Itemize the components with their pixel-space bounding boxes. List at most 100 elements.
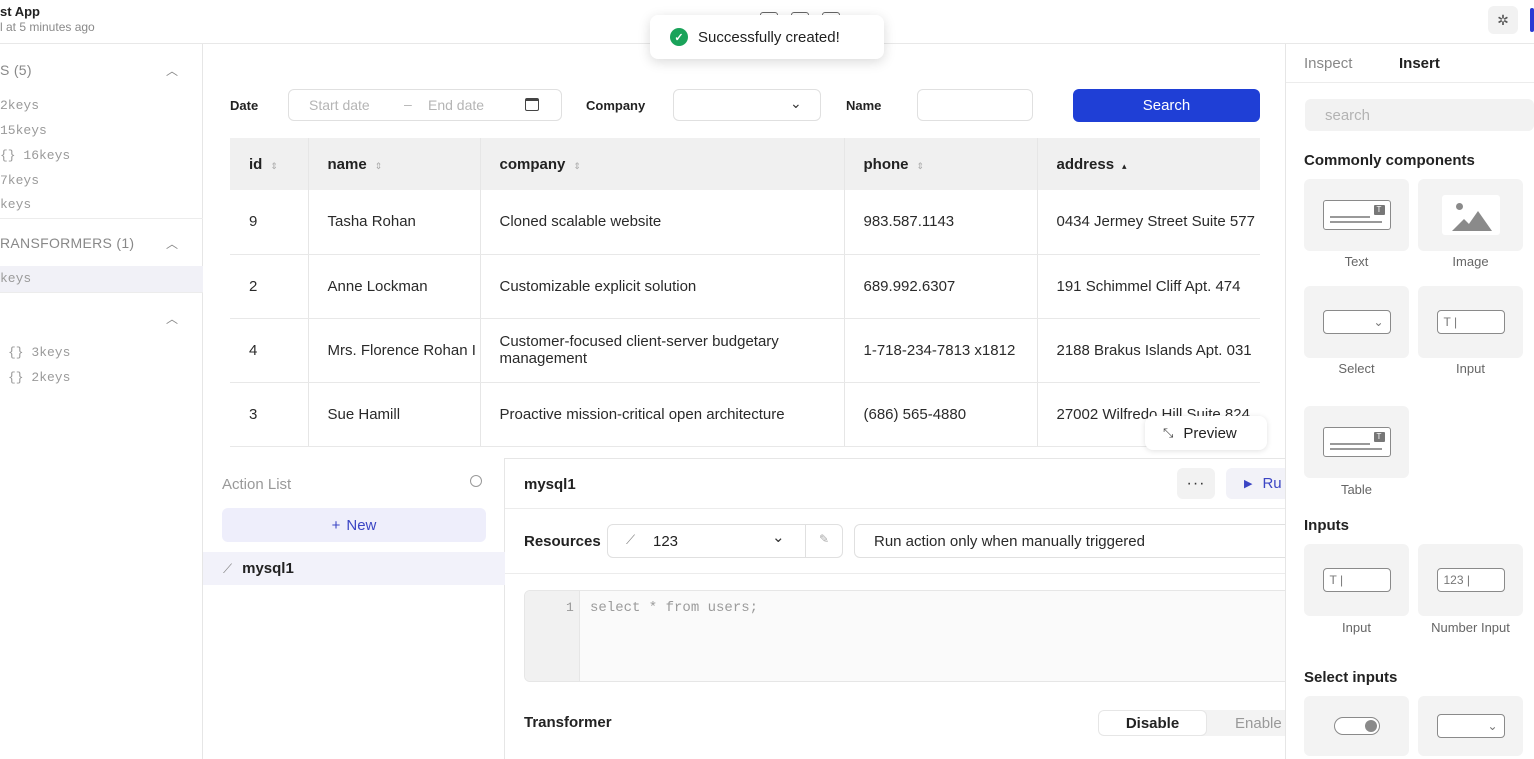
- sort-icon[interactable]: ⇕: [270, 161, 278, 171]
- sidebar-item[interactable]: keys: [0, 197, 31, 212]
- component-search-input[interactable]: search: [1305, 99, 1534, 131]
- disable-option[interactable]: Disable: [1098, 710, 1207, 736]
- sidebar-section-title[interactable]: RANSFORMERS (1): [0, 235, 134, 251]
- column-header-address[interactable]: address ▴: [1037, 138, 1260, 190]
- cell-name: Anne Lockman: [308, 254, 481, 319]
- sidebar-item[interactable]: keys: [0, 271, 31, 286]
- expand-icon: ⤡: [1163, 425, 1174, 440]
- component-switch[interactable]: [1304, 696, 1409, 756]
- debug-icon[interactable]: ✲: [1488, 6, 1518, 34]
- play-icon: ▶: [1244, 478, 1253, 490]
- trigger-mode-select[interactable]: Run action only when manually triggered: [854, 524, 1294, 558]
- search-button[interactable]: Search: [1073, 89, 1260, 122]
- table-row[interactable]: 9 Tasha Rohan Cloned scalable website 98…: [230, 190, 1260, 255]
- table-row[interactable]: 2 Anne Lockman Customizable explicit sol…: [230, 254, 1260, 319]
- action-list-title: Action List: [222, 476, 292, 493]
- sidebar-divider: [0, 292, 203, 293]
- cell-phone: (686) 565-4880: [844, 382, 1038, 447]
- sort-icon[interactable]: ⇕: [917, 161, 925, 171]
- chevron-up-icon[interactable]: ︿: [166, 62, 178, 79]
- column-header-id[interactable]: id ⇕: [230, 138, 309, 190]
- sort-icon[interactable]: ⇕: [375, 161, 383, 171]
- select-component-icon: ⌄: [1322, 310, 1391, 334]
- section-heading: Inputs: [1304, 517, 1349, 534]
- name-input[interactable]: [917, 89, 1033, 121]
- table-row[interactable]: 4 Mrs. Florence Rohan I Customer-focused…: [230, 318, 1260, 383]
- table-row[interactable]: 3 Sue Hamill Proactive mission-critical …: [230, 382, 1260, 447]
- tab-insert[interactable]: Insert: [1399, 55, 1440, 72]
- section-heading: Select inputs: [1304, 669, 1398, 686]
- company-select[interactable]: ⌄: [673, 89, 821, 121]
- divider: [805, 525, 806, 557]
- calendar-icon[interactable]: [525, 98, 539, 111]
- start-date-placeholder[interactable]: Start date: [309, 97, 370, 113]
- sidebar-item[interactable]: {} 2keys: [8, 370, 70, 385]
- column-header-name[interactable]: name ⇕: [308, 138, 481, 190]
- toast-message: Successfully created!: [698, 28, 840, 46]
- sidebar-item[interactable]: {} 3keys: [8, 345, 70, 360]
- component-text[interactable]: T: [1304, 179, 1409, 251]
- search-icon[interactable]: [470, 475, 482, 487]
- cell-phone: 983.587.1143: [844, 190, 1038, 255]
- sql-code-editor[interactable]: 1 select * from users;: [524, 590, 1294, 682]
- column-header-phone[interactable]: phone ⇕: [844, 138, 1038, 190]
- sidebar-item[interactable]: {} 16keys: [0, 148, 70, 163]
- input-component-icon: T |: [1322, 568, 1391, 592]
- preview-button[interactable]: ⤡ Preview: [1145, 416, 1267, 450]
- component-input[interactable]: T |: [1304, 544, 1409, 616]
- divider: [505, 573, 1285, 574]
- switch-icon: [1333, 717, 1380, 735]
- cell-address: 0434 Jermey Street Suite 577: [1037, 190, 1260, 255]
- plus-icon: +: [331, 516, 341, 534]
- sidebar-section-title[interactable]: S (5): [0, 62, 32, 78]
- image-icon: [1441, 195, 1500, 235]
- cell-company: Cloned scalable website: [480, 190, 845, 255]
- component-label: Number Input: [1431, 620, 1510, 635]
- mysql-icon: ⟋: [626, 532, 636, 547]
- cell-address: 2188 Brakus Islands Apt. 031: [1037, 318, 1260, 383]
- component-label: Image: [1452, 254, 1489, 269]
- new-action-label: New: [346, 516, 377, 534]
- tab-inspect[interactable]: Inspect: [1304, 55, 1352, 72]
- component-input[interactable]: T |: [1418, 286, 1523, 358]
- date-range-picker[interactable]: Start date – End date: [288, 89, 562, 121]
- chevron-down-icon: ⌄: [772, 529, 785, 546]
- cell-company: Customer-focused client-server budgetary…: [480, 318, 845, 383]
- action-item-label: mysql1: [242, 560, 294, 577]
- sidebar-divider: [0, 218, 203, 219]
- column-header-company[interactable]: company ⇕: [480, 138, 845, 190]
- dropdown-icon: ⌄: [1436, 714, 1505, 738]
- component-number-input[interactable]: 123 |: [1418, 544, 1523, 616]
- edit-icon[interactable]: ✎: [819, 532, 829, 546]
- date-label: Date: [230, 98, 259, 113]
- cell-name: Sue Hamill: [308, 382, 481, 447]
- cell-address: 191 Schimmel Cliff Apt. 474: [1037, 254, 1260, 319]
- component-table[interactable]: T: [1304, 406, 1409, 478]
- more-options-button[interactable]: ···: [1177, 468, 1215, 499]
- run-label: Ru: [1262, 475, 1282, 492]
- resource-select[interactable]: ⟋ 123 ⌄ ✎: [607, 524, 843, 558]
- chevron-up-icon[interactable]: ︿: [166, 235, 178, 252]
- component-dropdown[interactable]: ⌄: [1418, 696, 1523, 756]
- component-select[interactable]: ⌄: [1304, 286, 1409, 358]
- cell-name: Tasha Rohan: [308, 190, 481, 255]
- sidebar-item[interactable]: 7keys: [0, 173, 39, 188]
- component-image[interactable]: [1418, 179, 1523, 251]
- sidebar-item[interactable]: 15keys: [0, 123, 47, 138]
- chevron-up-icon[interactable]: ︿: [166, 310, 178, 327]
- transformer-toggle[interactable]: Disable Enable: [1098, 710, 1294, 736]
- publish-button-edge[interactable]: [1530, 8, 1534, 32]
- table-header-row: id ⇕ name ⇕ company ⇕ phone ⇕ address ▴: [230, 138, 1260, 190]
- end-date-placeholder[interactable]: End date: [428, 97, 484, 113]
- enable-option[interactable]: Enable: [1207, 710, 1294, 736]
- sort-icon[interactable]: ⇕: [573, 161, 581, 171]
- code-line[interactable]: select * from users;: [590, 600, 758, 616]
- cell-id: 4: [230, 318, 309, 383]
- new-action-button[interactable]: + New: [222, 508, 486, 542]
- sort-asc-icon[interactable]: ▴: [1122, 161, 1127, 171]
- cell-company: Proactive mission-critical open architec…: [480, 382, 845, 447]
- sidebar-item[interactable]: 2keys: [0, 98, 39, 113]
- action-title[interactable]: mysql1: [524, 476, 576, 493]
- cell-name: Mrs. Florence Rohan I: [308, 318, 481, 383]
- action-item-mysql1[interactable]: ⟋ mysql1: [203, 552, 505, 585]
